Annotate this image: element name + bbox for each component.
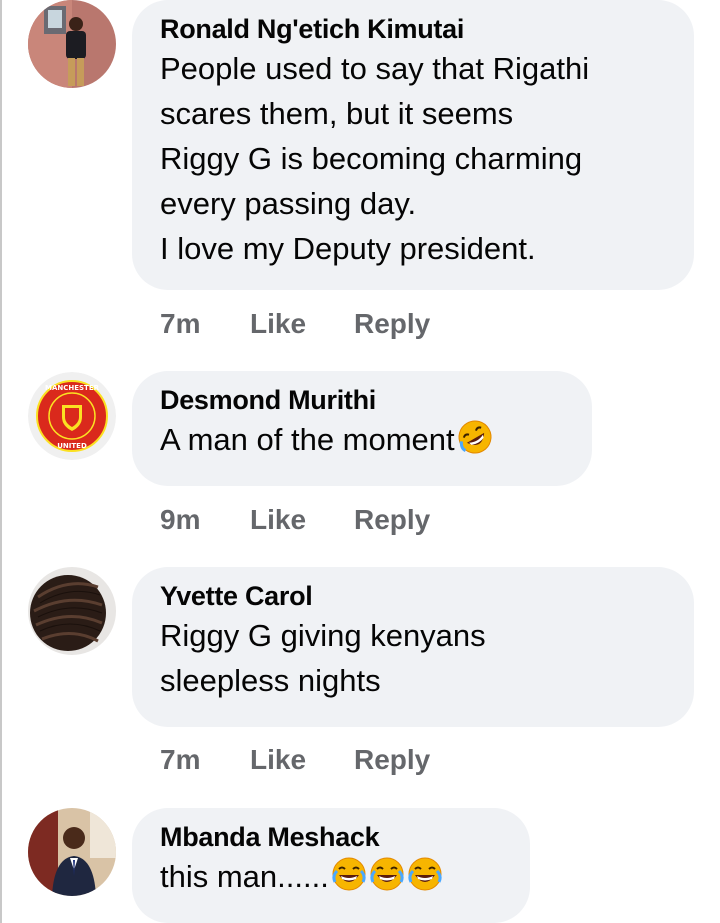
timestamp[interactable]: 9m — [160, 502, 200, 538]
comment-line: every passing day. — [160, 186, 417, 221]
comment-line: scares them, but it seems — [160, 96, 514, 131]
crest-text-bottom: UNITED — [57, 442, 87, 450]
comment-line: Riggy G is becoming charming — [160, 141, 583, 176]
comment-bubble: Ronald Ng'etich Kimutai People used to s… — [132, 0, 694, 290]
avatar-mbanda[interactable] — [28, 808, 116, 896]
timestamp[interactable]: 7m — [160, 742, 200, 778]
commenter-name[interactable]: Desmond Murithi — [160, 383, 564, 417]
comment-line: sleepless nights — [160, 663, 381, 698]
comment-bubble: Desmond Murithi A man of the moment — [132, 371, 592, 486]
thread-line — [0, 0, 2, 923]
like-button[interactable]: Like — [250, 502, 306, 538]
comment-line: this man...... — [160, 854, 502, 899]
like-button[interactable]: Like — [250, 306, 306, 342]
comment-line: I love my Deputy president. — [160, 231, 536, 266]
crest-text-top: MANCHESTER — [45, 384, 100, 392]
reply-button[interactable]: Reply — [354, 502, 430, 538]
commenter-name[interactable]: Mbanda Meshack — [160, 820, 502, 854]
comment-line: Riggy G giving kenyans — [160, 618, 486, 653]
tears-of-joy-emoji-icon — [370, 857, 404, 891]
avatar-yvette[interactable] — [28, 567, 116, 655]
tears-of-joy-emoji-icon — [408, 857, 442, 891]
comment-line: People used to say that Rigathi — [160, 51, 590, 86]
comment-bubble: Yvette Carol Riggy G giving kenyans slee… — [132, 567, 694, 727]
reply-button[interactable]: Reply — [354, 306, 430, 342]
like-button[interactable]: Like — [250, 742, 306, 778]
comment-bubble: Mbanda Meshack this man...... — [132, 808, 530, 923]
reply-button[interactable]: Reply — [354, 742, 430, 778]
commenter-name[interactable]: Ronald Ng'etich Kimutai — [160, 12, 666, 46]
rolling-laughing-emoji-icon — [458, 420, 492, 454]
commenter-name[interactable]: Yvette Carol — [160, 579, 666, 613]
avatar-desmond[interactable]: MANCHESTER UNITED — [28, 372, 116, 460]
timestamp[interactable]: 7m — [160, 306, 200, 342]
avatar-ronald[interactable] — [28, 0, 116, 88]
tears-of-joy-emoji-icon — [332, 857, 366, 891]
comment-line: A man of the moment — [160, 417, 564, 462]
